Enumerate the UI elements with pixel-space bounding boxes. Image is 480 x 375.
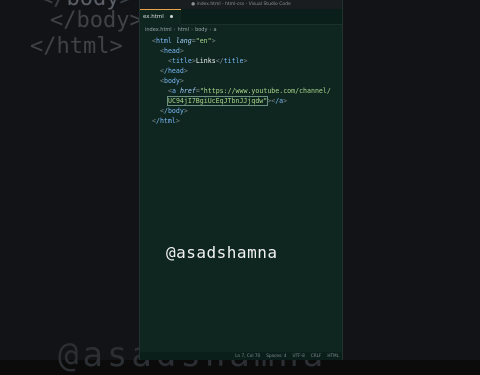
breadcrumb: index.html › html › body › a: [145, 26, 217, 34]
code-line: </head>: [160, 67, 188, 75]
status-eol[interactable]: CRLF: [311, 353, 322, 358]
code-line: <title>Links</title>: [168, 57, 248, 65]
breadcrumb-a[interactable]: a: [213, 27, 216, 33]
chevron-right-icon: ›: [191, 27, 194, 33]
code-line: <body>: [160, 77, 184, 85]
breadcrumb-file[interactable]: index.html: [145, 27, 172, 33]
code-line: </body>: [160, 107, 188, 115]
chevron-right-icon: ›: [173, 27, 176, 33]
status-encoding[interactable]: UTF-8: [293, 353, 305, 358]
background-line-html: </html>: [30, 34, 123, 59]
background-line-body: </body>: [50, 8, 143, 33]
window-title: ● index.html - html-css - Visual Studio …: [140, 0, 342, 9]
code-line: <html lang="en">: [152, 37, 216, 45]
tab-label: ex.html: [143, 14, 164, 20]
status-cursor-position[interactable]: Ln 7, Col 70: [235, 353, 260, 358]
status-language[interactable]: HTML: [327, 353, 339, 358]
channel-handle-overlay: @asadshamna: [166, 243, 278, 262]
code-line: UC94jI7BgiUcEqJTbnJJjqdw"></a>: [166, 96, 288, 106]
breadcrumb-html[interactable]: html: [178, 27, 189, 33]
code-line: <a href="https://www.youtube.com/channel…: [168, 87, 331, 95]
editor-window: ● index.html - html-css - Visual Studio …: [139, 0, 343, 360]
tab-bar: ex.html: [140, 9, 342, 25]
code-line: <head>: [160, 47, 184, 55]
status-right: Ln 7, Col 70 Spaces: 4 UTF-8 CRLF HTML: [229, 352, 339, 360]
chevron-right-icon: ›: [209, 27, 212, 33]
code-line: </html>: [152, 117, 180, 125]
tab-index-html[interactable]: ex.html: [140, 9, 181, 25]
unsaved-dot-icon: [169, 15, 173, 18]
breadcrumb-body[interactable]: body: [195, 27, 207, 33]
status-bar: Ln 7, Col 70 Spaces: 4 UTF-8 CRLF HTML: [140, 352, 342, 360]
status-indentation[interactable]: Spaces: 4: [266, 353, 286, 358]
